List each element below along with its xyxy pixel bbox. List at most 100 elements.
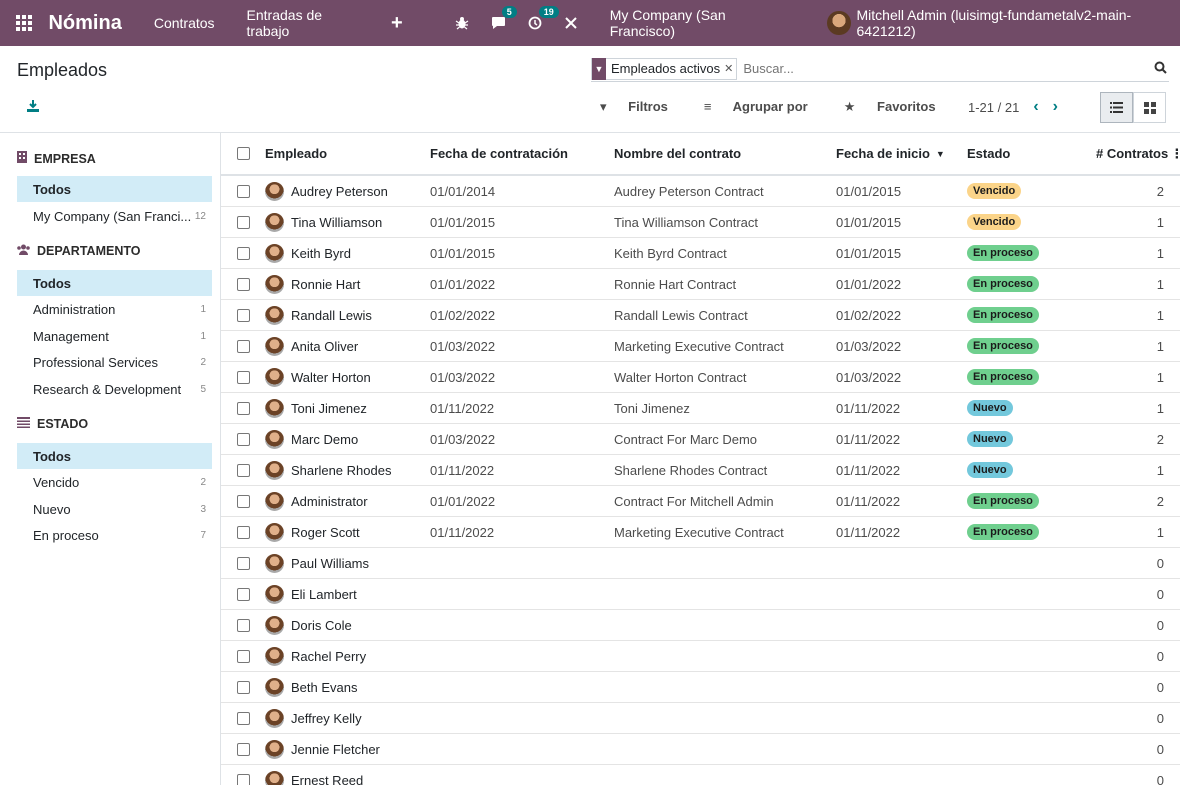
sidebar-item-my-company[interactable]: My Company (San Franci... 12 bbox=[17, 203, 212, 229]
employee-name: Marc Demo bbox=[291, 431, 359, 447]
pager-next-icon[interactable]: › bbox=[1053, 98, 1058, 116]
sidebar-item-departamento-todos[interactable]: Todos bbox=[17, 270, 212, 296]
header-contracts-count[interactable]: # Contratos ⋮ bbox=[1096, 133, 1180, 174]
table-row[interactable]: Rachel Perry 0 bbox=[221, 641, 1180, 672]
status-badge: Nuevo bbox=[967, 400, 1013, 416]
state-cell: Nuevo bbox=[967, 455, 1013, 485]
filters-button[interactable]: ▾ Filtros bbox=[600, 99, 686, 115]
employee-avatar bbox=[265, 677, 284, 697]
filter-icon: ▾ bbox=[600, 99, 607, 114]
group-by-button[interactable]: ≡ Agrupar por bbox=[704, 99, 826, 115]
state-cell: Nuevo bbox=[967, 393, 1013, 423]
employee-name: Jennie Fletcher bbox=[291, 741, 380, 757]
row-checkbox[interactable] bbox=[237, 331, 250, 361]
menu-plus[interactable]: + bbox=[391, 12, 403, 35]
row-checkbox[interactable] bbox=[237, 734, 250, 764]
row-checkbox[interactable] bbox=[237, 579, 250, 609]
sidebar-item-empresa-todos[interactable]: Todos bbox=[17, 176, 212, 202]
user-menu[interactable]: Mitchell Admin (luisimgt-fundametalv2-ma… bbox=[827, 7, 1180, 39]
table-row[interactable]: Jennie Fletcher 0 bbox=[221, 734, 1180, 765]
table-row[interactable]: Anita Oliver 01/03/2022 Marketing Executiv… bbox=[221, 331, 1180, 362]
row-checkbox[interactable] bbox=[237, 300, 250, 330]
employee-avatar bbox=[265, 770, 284, 785]
row-checkbox[interactable] bbox=[237, 703, 250, 733]
row-checkbox[interactable] bbox=[237, 424, 250, 454]
select-all-checkbox[interactable] bbox=[237, 133, 250, 174]
control-panel: Empleados ▼ Empleados activos ✕ ▾ Filtro… bbox=[0, 46, 1180, 133]
table-row[interactable]: Doris Cole 0 bbox=[221, 610, 1180, 641]
table-row[interactable]: Toni Jimenez 01/11/2022 Toni Jimenez 01/11/… bbox=[221, 393, 1180, 424]
header-start-date[interactable]: Fecha de inicio ▼ bbox=[836, 133, 945, 174]
row-checkbox[interactable] bbox=[237, 672, 250, 702]
contracts-count-cell: 1 bbox=[1156, 276, 1164, 292]
header-hire-date[interactable]: Fecha de contratación bbox=[430, 133, 568, 174]
header-contract-name[interactable]: Nombre del contrato bbox=[614, 133, 741, 174]
menu-contratos[interactable]: Contratos bbox=[154, 15, 215, 31]
table-row[interactable]: Ernest Reed 0 bbox=[221, 765, 1180, 785]
sidebar-item-estado-todos[interactable]: Todos bbox=[17, 443, 212, 469]
table-row[interactable]: Sharlene Rhodes 01/11/2022 Sharlene Rhodes… bbox=[221, 455, 1180, 486]
tools-icon[interactable] bbox=[564, 16, 578, 30]
contracts-count-cell: 0 bbox=[1156, 586, 1164, 602]
favorites-button[interactable]: ★ Favoritos bbox=[844, 99, 954, 115]
row-checkbox[interactable] bbox=[237, 486, 250, 516]
row-checkbox[interactable] bbox=[237, 765, 250, 785]
activity-clock-icon[interactable]: 19 bbox=[528, 6, 559, 30]
sidebar-item-management[interactable]: Management 1 bbox=[17, 323, 212, 349]
sidebar-item-research-development[interactable]: Research & Development 5 bbox=[17, 376, 212, 402]
pager-value[interactable]: 1-21 / 21 bbox=[968, 100, 1019, 115]
table-row[interactable]: Paul Williams 0 bbox=[221, 548, 1180, 579]
employee-avatar bbox=[265, 212, 284, 232]
facet-close-icon[interactable]: ✕ bbox=[724, 62, 736, 75]
table-row[interactable]: Audrey Peterson 01/01/2014 Audrey Peterson… bbox=[221, 176, 1180, 207]
sidebar-item-professional-services[interactable]: Professional Services 2 bbox=[17, 349, 212, 375]
sidebar-item-administration[interactable]: Administration 1 bbox=[17, 296, 212, 322]
row-checkbox[interactable] bbox=[237, 269, 250, 299]
row-checkbox[interactable] bbox=[237, 517, 250, 547]
employee-cell: Jeffrey Kelly bbox=[265, 703, 362, 733]
app-switcher-button[interactable] bbox=[0, 0, 48, 46]
sidebar-item-nuevo[interactable]: Nuevo 3 bbox=[17, 496, 212, 522]
table-row[interactable]: Randall Lewis 01/02/2022 Randall Lewis Con… bbox=[221, 300, 1180, 331]
sidebar-item-vencido[interactable]: Vencido 2 bbox=[17, 469, 212, 495]
row-checkbox[interactable] bbox=[237, 641, 250, 671]
list-view-button[interactable] bbox=[1100, 92, 1133, 123]
row-checkbox[interactable] bbox=[237, 393, 250, 423]
table-row[interactable]: Administrator 01/01/2022 Contract For Mitc… bbox=[221, 486, 1180, 517]
table-row[interactable]: Jeffrey Kelly 0 bbox=[221, 703, 1180, 734]
employee-cell: Audrey Peterson bbox=[265, 176, 388, 206]
row-checkbox[interactable] bbox=[237, 176, 250, 206]
chat-icon[interactable]: 5 bbox=[491, 6, 517, 30]
header-state[interactable]: Estado bbox=[967, 133, 1010, 174]
row-checkbox[interactable] bbox=[237, 238, 250, 268]
row-checkbox[interactable] bbox=[237, 548, 250, 578]
pager-previous-icon[interactable]: ‹ bbox=[1033, 98, 1038, 116]
table-row[interactable]: Eli Lambert 0 bbox=[221, 579, 1180, 610]
menu-entradas-de-trabajo[interactable]: Entradas de trabajo bbox=[247, 7, 365, 39]
table-row[interactable]: Keith Byrd 01/01/2015 Keith Byrd Contract 0… bbox=[221, 238, 1180, 269]
contracts-count-cell: 0 bbox=[1156, 772, 1164, 785]
state-cell: En proceso bbox=[967, 300, 1039, 330]
search-icon[interactable] bbox=[1154, 61, 1167, 77]
state-cell: En proceso bbox=[967, 517, 1039, 547]
header-employee[interactable]: Empleado bbox=[265, 133, 327, 174]
row-checkbox[interactable] bbox=[237, 362, 250, 392]
sidebar-item-en-proceso[interactable]: En proceso 7 bbox=[17, 522, 212, 548]
debug-bug-icon[interactable] bbox=[455, 16, 469, 30]
sort-desc-icon: ▼ bbox=[935, 148, 945, 159]
table-row[interactable]: Marc Demo 01/03/2022 Contract For Marc Dem… bbox=[221, 424, 1180, 455]
search-input[interactable] bbox=[743, 61, 1134, 76]
company-switcher[interactable]: My Company (San Francisco) bbox=[610, 7, 790, 39]
kanban-view-button[interactable] bbox=[1133, 92, 1166, 123]
table-row[interactable]: Tina Williamson 01/01/2015 Tina Williamson… bbox=[221, 207, 1180, 238]
table-row[interactable]: Beth Evans 0 bbox=[221, 672, 1180, 703]
table-row[interactable]: Ronnie Hart 01/01/2022 Ronnie Hart Contrac… bbox=[221, 269, 1180, 300]
table-row[interactable]: Walter Horton 01/03/2022 Walter Horton Con… bbox=[221, 362, 1180, 393]
row-checkbox[interactable] bbox=[237, 455, 250, 485]
download-icon[interactable] bbox=[26, 99, 40, 113]
app-brand[interactable]: Nómina bbox=[48, 12, 121, 35]
row-checkbox[interactable] bbox=[237, 610, 250, 640]
table-row[interactable]: Roger Scott 01/11/2022 Marketing Executive… bbox=[221, 517, 1180, 548]
optional-columns-icon[interactable]: ⋮ bbox=[1170, 146, 1180, 162]
row-checkbox[interactable] bbox=[237, 207, 250, 237]
